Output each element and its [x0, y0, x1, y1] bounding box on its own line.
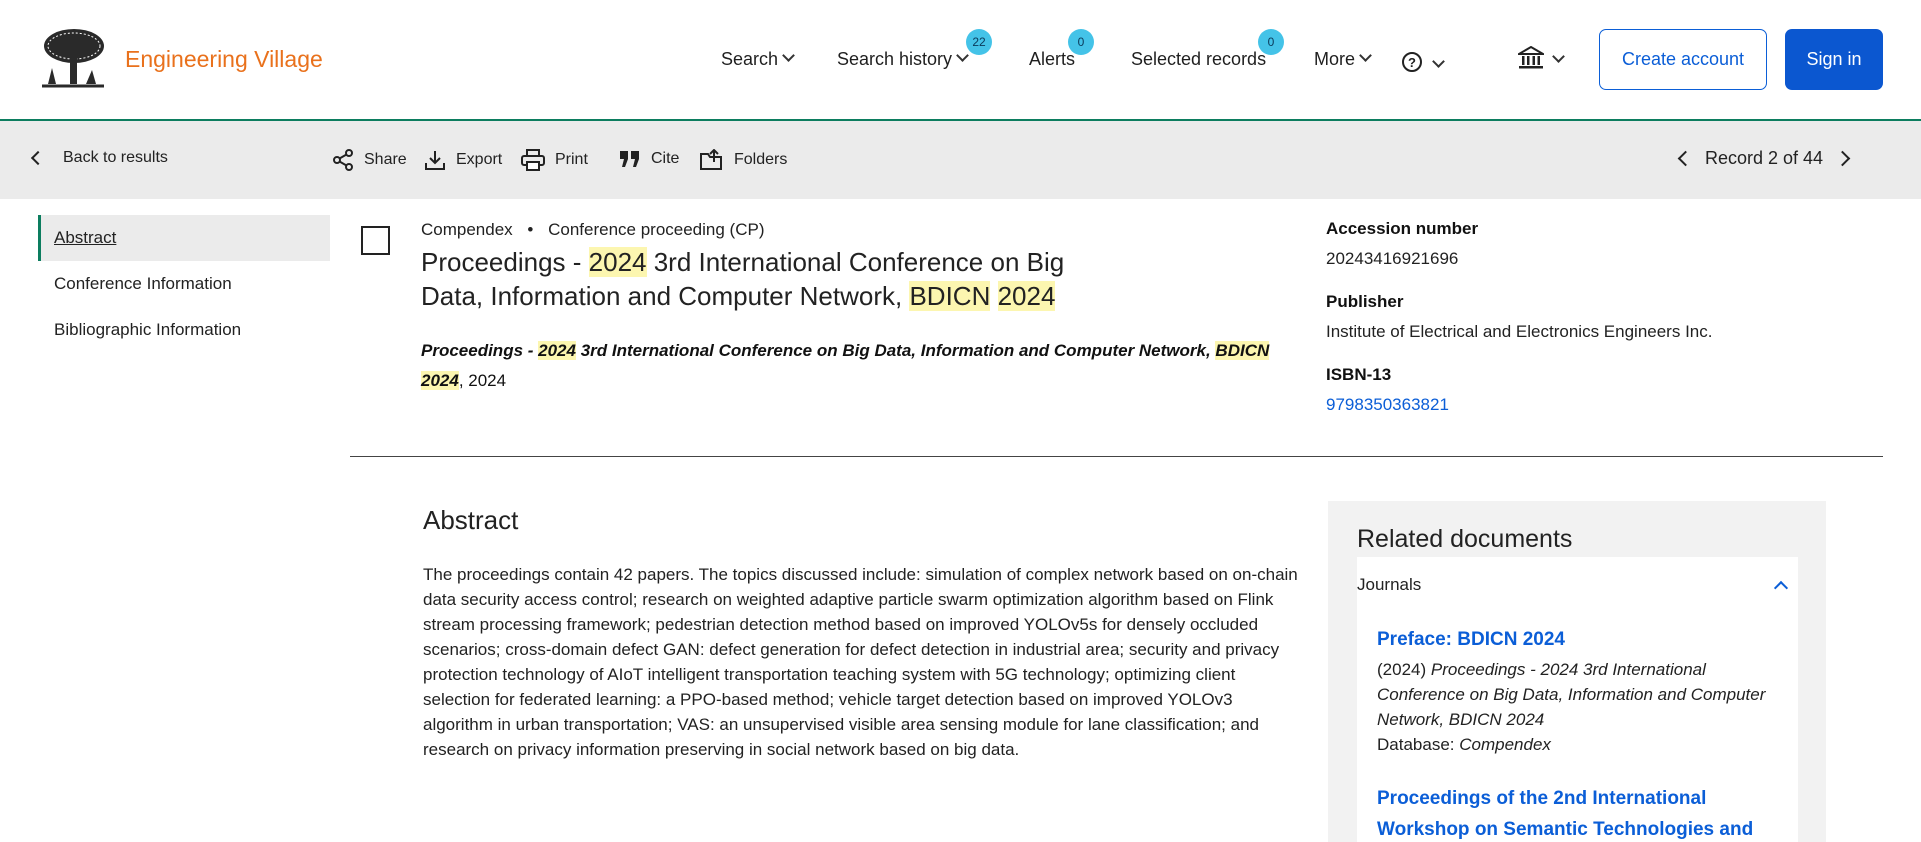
related-doc-meta: (2024) Proceedings - 2024 3rd Internatio…: [1377, 657, 1777, 757]
chevron-down-icon[interactable]: [1552, 50, 1565, 63]
isbn-link[interactable]: 9798350363821: [1326, 395, 1886, 415]
related-doc-year: (2024): [1377, 660, 1427, 679]
journals-tab-label[interactable]: Journals: [1357, 575, 1421, 595]
related-doc-title-link[interactable]: Preface: BDICN 2024: [1377, 624, 1787, 655]
publisher-value: Institute of Electrical and Electronics …: [1326, 322, 1713, 341]
source-highlight: 2024: [421, 371, 459, 390]
related-journals-list: Journals Preface: BDICN 2024 (2024) Proc…: [1357, 557, 1798, 842]
record-source: Proceedings - 2024 3rd International Con…: [421, 336, 1301, 396]
sign-in-button[interactable]: Sign in: [1785, 29, 1883, 90]
export-button[interactable]: Export: [424, 149, 502, 171]
meta-separator: •: [527, 220, 534, 239]
print-label: Print: [555, 151, 588, 168]
print-button[interactable]: Print: [521, 149, 588, 171]
related-doc-source: Proceedings - 2024 3rd International Con…: [1377, 660, 1766, 729]
nav-more-label: More: [1314, 49, 1356, 69]
source-part: Proceedings -: [421, 341, 539, 360]
nav-search-history[interactable]: Search history: [837, 49, 969, 70]
folders-button[interactable]: Folders: [700, 149, 787, 171]
create-account-button[interactable]: Create account: [1599, 29, 1767, 90]
related-documents-panel: Related documents Journals Preface: BDIC…: [1328, 501, 1826, 842]
nav-alerts[interactable]: Alerts: [1029, 49, 1075, 70]
sidebar-item-conference-information[interactable]: Conference Information: [38, 261, 330, 307]
record-position: Record 2 of 44: [1705, 148, 1824, 168]
title-part: Proceedings -: [421, 247, 589, 277]
title-part: [990, 281, 997, 311]
nav-search[interactable]: Search: [721, 49, 795, 70]
source-highlight: BDICN: [1215, 341, 1270, 360]
chevron-down-icon: [956, 49, 969, 62]
related-documents-heading: Related documents: [1357, 525, 1573, 553]
chevron-left-icon: [30, 150, 46, 166]
isbn-block: ISBN-13 9798350363821: [1326, 365, 1886, 415]
top-header: Engineering Village Search Search histor…: [0, 0, 1921, 121]
source-part: 3rd International Conference on Big Data…: [575, 341, 1216, 360]
logo-tree-icon[interactable]: [38, 28, 108, 92]
share-button[interactable]: Share: [332, 149, 407, 171]
search-history-count-badge: 22: [966, 29, 992, 55]
help-icon[interactable]: ?: [1402, 52, 1422, 72]
section-divider: [350, 456, 1883, 457]
record-toolbar: Back to results Share Export Print Cite: [0, 121, 1921, 199]
publisher-label: Publisher: [1326, 292, 1404, 311]
back-to-results-label: Back to results: [63, 149, 168, 166]
next-record-chevron-right-icon[interactable]: [1834, 150, 1851, 167]
sidebar-item-bibliographic-information[interactable]: Bibliographic Information: [38, 307, 330, 353]
nav-search-label: Search: [721, 49, 779, 69]
alerts-count-badge: 0: [1068, 29, 1094, 55]
title-highlight: 2024: [588, 247, 647, 277]
record-navigation: Record 2 of 44: [1677, 148, 1851, 169]
share-label: Share: [364, 151, 407, 168]
record-title: Proceedings - 2024 3rd International Con…: [421, 245, 1101, 313]
nav-search-history-label: Search history: [837, 49, 953, 69]
nav-more[interactable]: More: [1314, 49, 1372, 70]
isbn-label: ISBN-13: [1326, 365, 1392, 384]
cite-icon: [620, 151, 639, 167]
institution-icon[interactable]: [1518, 46, 1544, 70]
title-highlight: 2024: [997, 281, 1056, 311]
publisher-block: Publisher Institute of Electrical and El…: [1326, 292, 1886, 342]
accession-label: Accession number: [1326, 219, 1479, 238]
nav-alerts-label: Alerts: [1029, 49, 1076, 69]
previous-record-chevron-left-icon[interactable]: [1677, 150, 1694, 167]
nav-selected-records[interactable]: Selected records: [1131, 49, 1266, 70]
folders-icon: [700, 149, 722, 170]
accession-block: Accession number 20243416921696: [1326, 219, 1886, 269]
export-label: Export: [456, 151, 503, 168]
select-record-checkbox[interactable]: [361, 226, 390, 255]
share-icon: [333, 149, 353, 171]
sidebar-item-abstract[interactable]: Abstract: [38, 215, 330, 261]
source-year: , 2024: [458, 371, 507, 390]
related-doc-db-label: Database:: [1377, 735, 1455, 754]
database-label: Compendex: [421, 220, 513, 239]
chevron-up-icon[interactable]: [1773, 580, 1789, 596]
abstract-text: The proceedings contain 42 papers. The t…: [423, 565, 1298, 759]
source-highlight: 2024: [538, 341, 576, 360]
nav-selected-records-label: Selected records: [1131, 49, 1267, 69]
abstract-heading: Abstract: [423, 505, 519, 535]
related-doc-title-link[interactable]: Proceedings of the 2nd International Wor…: [1377, 783, 1787, 842]
cite-label: Cite: [651, 150, 680, 167]
section-sidebar: Abstract Conference Information Bibliogr…: [38, 215, 330, 353]
doc-type-label: Conference proceeding (CP): [548, 220, 765, 239]
title-highlight: BDICN: [909, 281, 991, 311]
related-doc-db: Compendex: [1459, 735, 1551, 754]
selected-records-count-badge: 0: [1258, 29, 1284, 55]
record-meta-line: Compendex • Conference proceeding (CP): [421, 220, 765, 240]
chevron-down-icon[interactable]: [1432, 55, 1445, 68]
export-icon: [425, 151, 445, 170]
cite-button[interactable]: Cite: [619, 149, 679, 169]
chevron-down-icon: [1359, 49, 1372, 62]
back-to-results-link[interactable]: Back to results: [30, 149, 168, 167]
print-icon: [521, 149, 545, 171]
chevron-down-icon: [782, 49, 795, 62]
brand-name[interactable]: Engineering Village: [125, 46, 323, 73]
folders-label: Folders: [734, 151, 788, 168]
accession-value: 20243416921696: [1326, 249, 1459, 268]
